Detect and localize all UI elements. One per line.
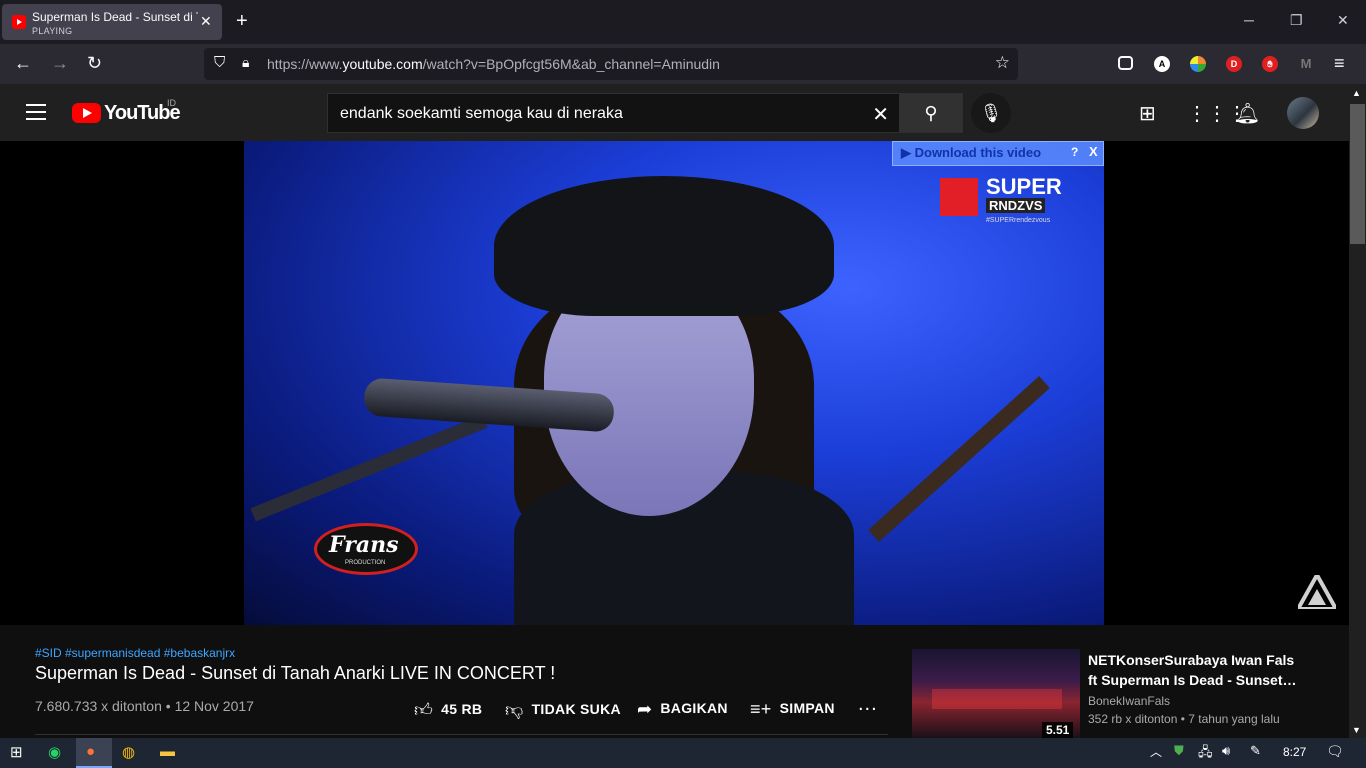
- youtube-favicon-icon: [12, 15, 26, 29]
- search-button[interactable]: ⚲: [899, 93, 963, 133]
- reload-icon[interactable]: ↻: [87, 53, 102, 74]
- search-input[interactable]: endank soekamti semoga kau di neraka ✕: [327, 93, 900, 133]
- channel-logo-top: SUPER: [986, 174, 1062, 199]
- lock-icon[interactable]: 🔒︎: [242, 54, 249, 71]
- production-logo-text: Frans: [329, 532, 399, 558]
- tracking-protection-shield-icon[interactable]: ⛉: [214, 54, 225, 71]
- browser-navbar: ← → ↻ ⛉ 🔒︎ https://www.youtube.com/watch…: [0, 44, 1366, 84]
- video-hashtags[interactable]: #SID #supermanisdead #bebaskanjrx: [35, 646, 235, 660]
- whatsapp-icon[interactable]: ◉: [48, 743, 61, 761]
- show-hidden-icons-chevron-icon[interactable]: ︿: [1150, 743, 1162, 760]
- restore-window-button[interactable]: ❐: [1290, 12, 1303, 29]
- microphone-icon: 🎙︎: [979, 103, 1003, 123]
- divider: [35, 734, 888, 735]
- windows-taskbar: ⊞ ◉ ● ◍ ▬ ︿ ⛊ 🖧︎ 🔊︎ ✎ 8:27 🗨︎: [0, 738, 1366, 768]
- menu-icon[interactable]: ≡: [1334, 53, 1345, 74]
- suggestion-duration: 5.51: [1042, 722, 1074, 738]
- avatar[interactable]: [1287, 97, 1319, 129]
- new-tab-button[interactable]: +: [236, 10, 248, 33]
- scroll-down-icon[interactable]: ▼: [1352, 725, 1361, 735]
- like-button[interactable]: 👍︎ 45 RB: [414, 699, 482, 721]
- download-close-icon[interactable]: X: [1089, 144, 1098, 159]
- search-icon: ⚲: [924, 103, 938, 123]
- url-text[interactable]: https://www.youtube.com/watch?v=BpOpfcgt…: [267, 56, 720, 72]
- channel-logo-bottom: RNDZVS: [986, 198, 1046, 213]
- back-arrow-icon[interactable]: ←: [14, 53, 32, 74]
- channel-logo-tag: #SUPERrendezvous: [986, 217, 1051, 224]
- thumbs-down-icon: 👎︎: [505, 700, 524, 720]
- suggestion-title-line2[interactable]: ft Superman Is Dead - Sunset ...: [1088, 670, 1298, 690]
- browser-tab-active[interactable]: Superman Is Dead - Sunset di Tanah Anark…: [2, 4, 222, 40]
- forward-arrow-icon[interactable]: →: [51, 53, 69, 74]
- video-frame[interactable]: Frans PRODUCTION SUPER RNDZVS #SUPERrend…: [244, 141, 1104, 625]
- bookmark-star-icon[interactable]: ☆: [995, 53, 1010, 73]
- file-explorer-icon[interactable]: ▬: [160, 743, 175, 760]
- action-center-icon[interactable]: 🗨︎: [1326, 743, 1344, 760]
- notifications-bell-icon[interactable]: 🔔︎: [1235, 101, 1260, 126]
- clear-search-icon[interactable]: ✕: [872, 102, 889, 127]
- colorful-extension-icon[interactable]: [1190, 56, 1206, 72]
- video-player[interactable]: Frans PRODUCTION SUPER RNDZVS #SUPERrend…: [0, 141, 1349, 625]
- mic-stand: [250, 414, 488, 522]
- tab-close-icon[interactable]: ✕: [200, 13, 212, 30]
- create-video-icon[interactable]: ⊞: [1139, 101, 1156, 126]
- pen-workspace-icon[interactable]: ✎: [1250, 743, 1261, 759]
- suggestion-meta: 352 rb x ditonton • 7 tahun yang lalu: [1088, 712, 1280, 726]
- address-bar[interactable]: ⛉ 🔒︎ https://www.youtube.com/watch?v=BpO…: [204, 48, 1018, 80]
- chrome-icon[interactable]: ◍: [122, 743, 135, 761]
- close-window-button[interactable]: ✕: [1337, 12, 1349, 29]
- suggestion-title-line1[interactable]: NETKonserSurabaya Iwan Fals: [1088, 650, 1298, 670]
- volume-icon[interactable]: 🔊︎: [1222, 743, 1230, 759]
- tab-title: Superman Is Dead - Sunset di Tanah Anark…: [32, 10, 198, 24]
- taskbar-clock[interactable]: 8:27: [1283, 745, 1306, 759]
- production-logo: Frans PRODUCTION: [314, 523, 418, 575]
- scrollbar-thumb[interactable]: [1350, 104, 1365, 244]
- tab-playing-status: PLAYING: [32, 26, 73, 36]
- performer-hat: [494, 176, 834, 316]
- d-extension-icon[interactable]: D: [1226, 56, 1242, 72]
- video-views-date: 7.680.733 x ditonton • 12 Nov 2017: [35, 698, 254, 714]
- firefox-icon[interactable]: ●: [86, 743, 95, 760]
- download-video-button[interactable]: ▶ Download this video: [901, 145, 1041, 161]
- minimize-window-button[interactable]: ─: [1244, 12, 1254, 28]
- channel-watermark-logo: SUPER RNDZVS #SUPERrendezvous: [940, 174, 1070, 226]
- channel-logo-square: [940, 178, 978, 216]
- country-code: ID: [167, 98, 176, 108]
- windows-start-icon[interactable]: ⊞: [10, 743, 23, 761]
- save-button[interactable]: ≡+ SIMPAN: [750, 699, 835, 720]
- pocket-icon[interactable]: [1118, 56, 1133, 70]
- search-query-text[interactable]: endank soekamti semoga kau di neraka: [340, 105, 623, 123]
- download-video-bar[interactable]: ▶ Download this video ? X: [892, 141, 1104, 166]
- playlist-add-icon: ≡+: [750, 699, 772, 719]
- player-watermark-icon: [1298, 575, 1336, 609]
- suggestion-title[interactable]: NETKonserSurabaya Iwan Fals ft Superman …: [1088, 650, 1298, 690]
- tab-strip: Superman Is Dead - Sunset di Tanah Anark…: [0, 0, 1366, 44]
- voice-search-button[interactable]: 🎙︎: [971, 93, 1011, 133]
- guide-menu-icon[interactable]: [26, 104, 46, 120]
- thumbs-up-icon: 👍︎: [414, 700, 434, 720]
- video-title: Superman Is Dead - Sunset di Tanah Anark…: [35, 663, 556, 683]
- adblock-hand-icon[interactable]: ✋︎: [1262, 56, 1278, 72]
- guitar-neck: [868, 376, 1050, 542]
- youtube-logo-icon[interactable]: [72, 103, 101, 123]
- m-extension-icon[interactable]: M: [1298, 56, 1314, 72]
- network-icon[interactable]: 🖧︎: [1198, 743, 1213, 765]
- dislike-button[interactable]: 👎︎ TIDAK SUKA: [505, 699, 621, 721]
- security-shield-icon[interactable]: ⛊: [1174, 743, 1184, 759]
- download-help-icon[interactable]: ?: [1071, 145, 1078, 159]
- share-arrow-icon: ➦: [637, 699, 653, 719]
- thumbnail-stage: [932, 689, 1062, 709]
- suggestion-channel[interactable]: BonekIwanFals: [1088, 694, 1170, 708]
- production-logo-sub: PRODUCTION: [345, 560, 386, 566]
- share-button[interactable]: ➦ BAGIKAN: [637, 699, 728, 720]
- account-icon[interactable]: A: [1154, 56, 1170, 72]
- more-actions-button[interactable]: ...: [858, 693, 878, 716]
- scroll-up-icon[interactable]: ▲: [1352, 88, 1361, 98]
- youtube-header: YouTube ID endank soekamti semoga kau di…: [0, 84, 1349, 141]
